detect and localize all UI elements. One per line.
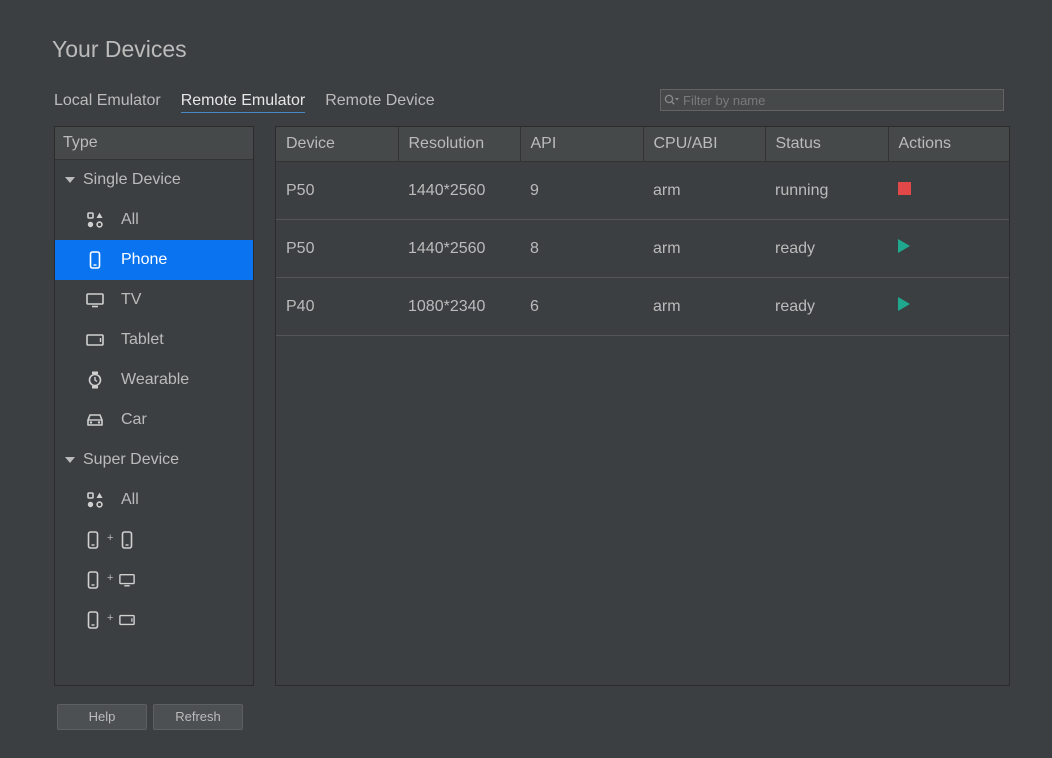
expand-triangle-icon bbox=[65, 457, 75, 463]
cpu-cell: arm bbox=[643, 219, 765, 278]
type-header: Type bbox=[55, 127, 253, 160]
watch-icon bbox=[85, 370, 105, 390]
tab-remote-emulator[interactable]: Remote Emulator bbox=[180, 92, 306, 113]
device-cell: P40 bbox=[276, 277, 398, 336]
car-icon bbox=[85, 410, 105, 430]
cpu-cell: arm bbox=[643, 277, 765, 336]
refresh-button[interactable]: Refresh bbox=[153, 704, 243, 730]
stop-button[interactable] bbox=[898, 181, 911, 195]
table-row[interactable]: P50 1440*2560 9 arm running bbox=[276, 161, 1009, 220]
plus-sign: + bbox=[107, 572, 114, 584]
type-item-label: Wearable bbox=[121, 371, 190, 388]
type-item-tv[interactable]: TV bbox=[55, 280, 253, 320]
tablet-icon bbox=[119, 610, 136, 630]
type-item-label: Tablet bbox=[121, 331, 164, 348]
column-header-device[interactable]: Device bbox=[276, 127, 399, 162]
type-item-phone[interactable]: Phone bbox=[55, 240, 253, 280]
device-table: Device Resolution API CPU/ABI Status Act… bbox=[276, 127, 1009, 336]
type-item-label: TV bbox=[121, 291, 142, 308]
filter-box bbox=[660, 89, 1004, 111]
table-header-row: Device Resolution API CPU/ABI Status Act… bbox=[276, 127, 1009, 162]
phone-icon bbox=[85, 610, 101, 630]
column-header-api[interactable]: API bbox=[520, 127, 644, 162]
actions-cell bbox=[888, 219, 1009, 278]
super-item-all[interactable]: All bbox=[55, 480, 253, 520]
play-button[interactable] bbox=[898, 297, 910, 311]
resolution-cell: 1080*2340 bbox=[398, 277, 520, 336]
type-item-car[interactable]: Car bbox=[55, 400, 253, 440]
table-row[interactable]: P50 1440*2560 8 arm ready bbox=[276, 219, 1009, 278]
filter-input[interactable] bbox=[683, 92, 1003, 108]
phone-icon bbox=[85, 530, 101, 550]
combo-phone-phone[interactable]: + bbox=[55, 520, 253, 560]
column-header-status[interactable]: Status bbox=[765, 127, 889, 162]
tab-local-emulator[interactable]: Local Emulator bbox=[54, 92, 161, 113]
table-row[interactable]: P40 1080*2340 6 arm ready bbox=[276, 277, 1009, 336]
resolution-cell: 1440*2560 bbox=[398, 161, 520, 220]
api-cell: 8 bbox=[520, 219, 643, 278]
api-cell: 6 bbox=[520, 277, 643, 336]
type-item-label: Phone bbox=[121, 251, 168, 268]
super-device-label: Super Device bbox=[83, 451, 180, 468]
actions-cell bbox=[888, 277, 1009, 336]
phone-icon bbox=[85, 250, 105, 270]
grid-shapes-icon bbox=[85, 210, 105, 230]
single-device-group[interactable]: Single Device bbox=[55, 160, 253, 200]
phone-icon bbox=[119, 530, 135, 550]
type-item-tablet[interactable]: Tablet bbox=[55, 320, 253, 360]
play-icon bbox=[898, 297, 910, 311]
type-item-all[interactable]: All bbox=[55, 200, 253, 240]
combo-phone-tv[interactable]: + bbox=[55, 560, 253, 600]
help-button[interactable]: Help bbox=[57, 704, 147, 730]
super-device-group[interactable]: Super Device bbox=[55, 440, 253, 480]
combo-phone-tablet[interactable]: + bbox=[55, 600, 253, 640]
tab-remote-device[interactable]: Remote Device bbox=[325, 92, 434, 113]
type-item-label: All bbox=[121, 211, 139, 228]
column-header-cpu[interactable]: CPU/ABI bbox=[643, 127, 766, 162]
plus-sign: + bbox=[107, 612, 114, 624]
resolution-cell: 1440*2560 bbox=[398, 219, 520, 278]
status-cell: running bbox=[765, 161, 888, 220]
tablet-icon bbox=[85, 330, 105, 350]
page-title: Your Devices bbox=[52, 36, 187, 62]
search-icon[interactable] bbox=[661, 90, 683, 110]
status-cell: ready bbox=[765, 219, 888, 278]
type-item-label: Car bbox=[121, 411, 147, 428]
api-cell: 9 bbox=[520, 161, 643, 220]
tv-icon bbox=[85, 290, 105, 310]
expand-triangle-icon bbox=[65, 177, 75, 183]
play-icon bbox=[898, 239, 910, 253]
type-item-label: All bbox=[121, 491, 139, 508]
source-tabs: Local Emulator Remote Emulator Remote De… bbox=[54, 92, 435, 113]
column-header-resolution[interactable]: Resolution bbox=[398, 127, 521, 162]
play-button[interactable] bbox=[898, 239, 910, 253]
grid-shapes-icon bbox=[85, 490, 105, 510]
column-header-actions: Actions bbox=[888, 127, 1009, 162]
device-table-panel: Device Resolution API CPU/ABI Status Act… bbox=[275, 126, 1010, 686]
type-panel: Type Single Device All Phone TV Tablet W… bbox=[54, 126, 254, 686]
stop-icon bbox=[898, 181, 911, 195]
device-cell: P50 bbox=[276, 219, 398, 278]
cpu-cell: arm bbox=[643, 161, 765, 220]
type-item-wearable[interactable]: Wearable bbox=[55, 360, 253, 400]
single-device-label: Single Device bbox=[83, 171, 181, 188]
plus-sign: + bbox=[107, 532, 114, 544]
device-cell: P50 bbox=[276, 161, 398, 220]
tv-icon bbox=[119, 570, 136, 590]
phone-icon bbox=[85, 570, 101, 590]
actions-cell bbox=[888, 161, 1009, 220]
status-cell: ready bbox=[765, 277, 888, 336]
